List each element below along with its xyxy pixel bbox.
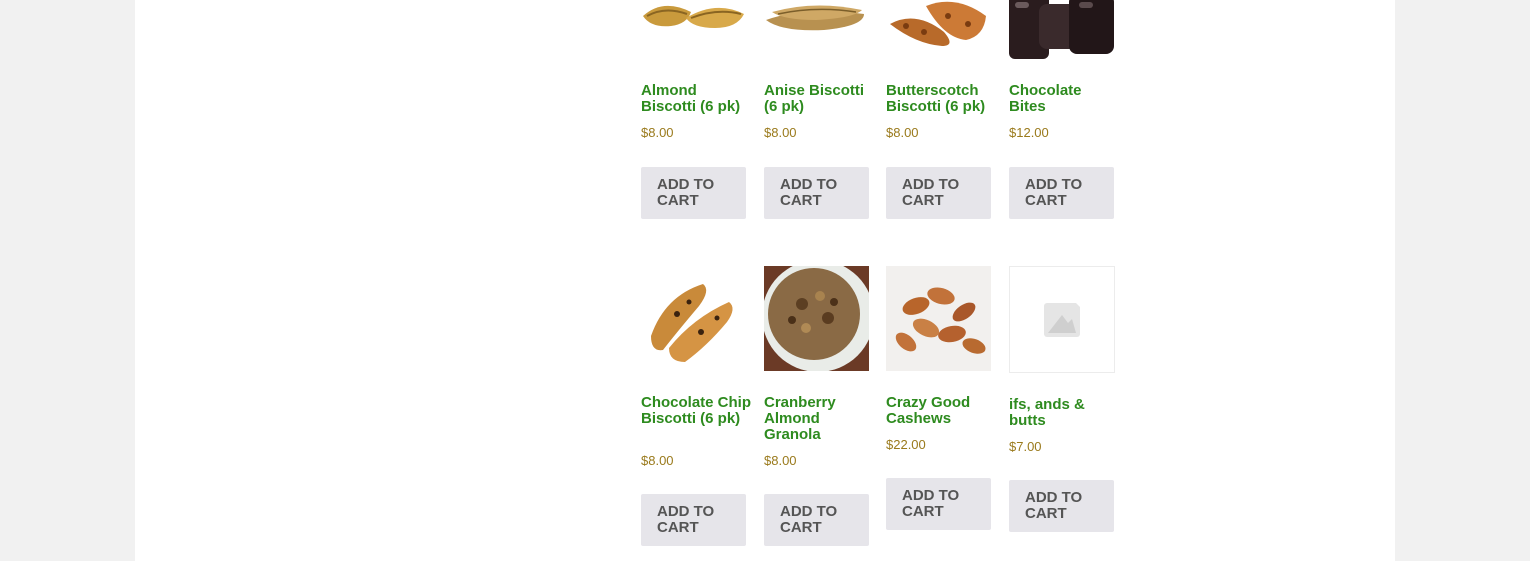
product-price: $8.00 bbox=[764, 453, 797, 468]
product-price: $8.00 bbox=[641, 453, 674, 468]
product-price: $22.00 bbox=[886, 437, 926, 452]
add-to-cart-button[interactable]: ADD TO CART bbox=[764, 167, 869, 219]
product-title[interactable]: Chocolate Chip Biscotti (6 pk) bbox=[641, 395, 751, 427]
product-price: $7.00 bbox=[1009, 439, 1042, 454]
product-price: $8.00 bbox=[641, 125, 674, 140]
cashews-image[interactable] bbox=[886, 266, 991, 371]
product-price: $12.00 bbox=[1009, 125, 1049, 140]
placeholder-image[interactable] bbox=[1009, 266, 1115, 373]
product-title[interactable]: Chocolate Bites bbox=[1009, 83, 1119, 115]
product-title[interactable]: Anise Biscotti (6 pk) bbox=[764, 83, 874, 115]
add-to-cart-button[interactable]: ADD TO CART bbox=[886, 167, 991, 219]
product-title[interactable]: Cranberry Almond Granola bbox=[764, 395, 874, 443]
product-price: $8.00 bbox=[886, 125, 919, 140]
add-to-cart-button[interactable]: ADD TO CART bbox=[764, 494, 869, 546]
product-title[interactable]: Butterscotch Biscotti (6 pk) bbox=[886, 83, 996, 115]
anise-biscotti-image[interactable] bbox=[764, 0, 869, 59]
almond-biscotti-image[interactable] bbox=[641, 0, 746, 59]
add-to-cart-button[interactable]: ADD TO CART bbox=[1009, 167, 1114, 219]
add-to-cart-button[interactable]: ADD TO CART bbox=[886, 478, 991, 530]
chocolate-chip-biscotti-image[interactable] bbox=[641, 266, 746, 371]
product-title[interactable]: Crazy Good Cashews bbox=[886, 395, 996, 427]
product-price: $8.00 bbox=[764, 125, 797, 140]
butterscotch-biscotti-image[interactable] bbox=[886, 0, 991, 59]
add-to-cart-button[interactable]: ADD TO CART bbox=[641, 494, 746, 546]
product-title[interactable]: Almond Biscotti (6 pk) bbox=[641, 83, 751, 115]
add-to-cart-button[interactable]: ADD TO CART bbox=[1009, 480, 1114, 532]
chocolate-bites-image[interactable] bbox=[1009, 0, 1114, 59]
product-title[interactable]: ifs, ands & butts bbox=[1009, 397, 1119, 429]
add-to-cart-button[interactable]: ADD TO CART bbox=[641, 167, 746, 219]
granola-bowl-image[interactable] bbox=[764, 266, 869, 371]
shop-content-area: Almond Biscotti (6 pk) $8.00 ADD TO CART… bbox=[135, 0, 1395, 561]
